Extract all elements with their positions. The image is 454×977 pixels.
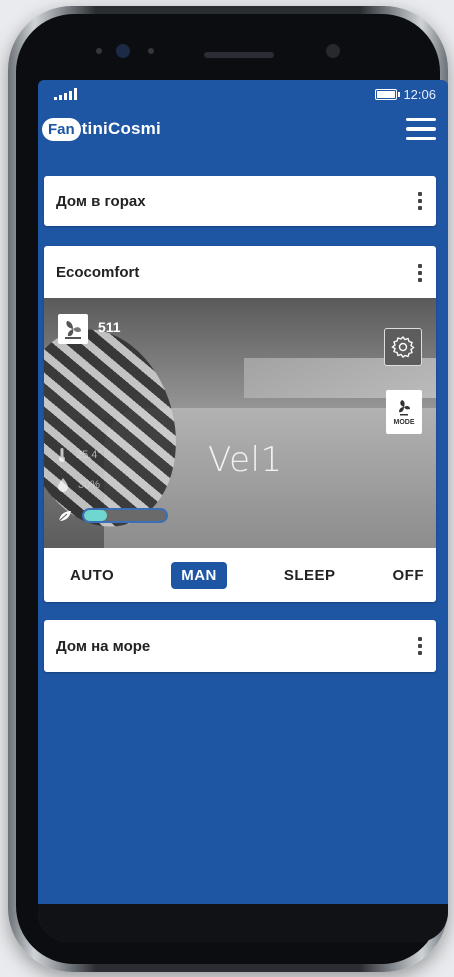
- fan-id: 511: [98, 319, 121, 335]
- more-options-icon[interactable]: [418, 637, 422, 655]
- fan-mode-icon: [399, 400, 410, 416]
- app-screen: 12:06 Fan tiniCosmi Дом в горах Ecocomfo…: [38, 80, 448, 942]
- menu-icon[interactable]: [402, 114, 440, 145]
- water-drop-icon: [58, 478, 68, 492]
- mode-button[interactable]: MODE: [386, 390, 422, 434]
- status-time: 12:06: [403, 86, 436, 102]
- speed-label: Vel1: [208, 440, 283, 480]
- mode-off-button[interactable]: OFF: [393, 567, 425, 584]
- logo-text: tiniCosmi: [81, 119, 161, 138]
- mode-man-button[interactable]: MAN: [171, 561, 227, 589]
- home-card-mountains[interactable]: Дом в горах: [44, 176, 436, 226]
- device-card: Ecocomfort 511 MODE Vel1 25.4° 30% AUTO …: [44, 246, 436, 602]
- humidity-reading: 30%: [58, 478, 100, 492]
- mode-auto-button[interactable]: AUTO: [70, 567, 114, 584]
- battery-icon: [375, 88, 401, 100]
- mode-sleep-button[interactable]: SLEEP: [284, 567, 336, 584]
- mode-selector: AUTO MAN SLEEP OFF: [44, 548, 436, 602]
- app-bar: Fan tiniCosmi: [38, 108, 448, 150]
- logo-badge: Fan: [42, 117, 81, 141]
- phone-frame: 12:06 Fan tiniCosmi Дом в горах Ecocomfo…: [8, 6, 448, 972]
- temperature-value: 25.4°: [76, 449, 102, 461]
- home-card-sea[interactable]: Дом на море: [44, 620, 436, 672]
- signal-icon: [54, 88, 77, 100]
- mode-button-label: MODE: [393, 419, 415, 426]
- settings-button[interactable]: [384, 328, 422, 366]
- gear-icon: [391, 335, 415, 358]
- eco-level-fill: [84, 510, 107, 521]
- earpiece-speaker: [204, 52, 274, 58]
- room-photo: 511 MODE Vel1 25.4° 30%: [44, 298, 436, 548]
- home-name: Дом на море: [56, 637, 151, 655]
- status-bar: 12:06: [38, 80, 448, 108]
- more-options-icon[interactable]: [418, 192, 422, 210]
- more-options-icon[interactable]: [418, 264, 422, 282]
- fan-icon: [58, 314, 88, 344]
- leaf-icon: [58, 510, 71, 521]
- device-name: Ecocomfort: [56, 263, 140, 281]
- home-name: Дом в горах: [56, 192, 146, 210]
- bottom-bezel: [38, 904, 448, 942]
- thermometer-icon: [59, 448, 65, 462]
- humidity-value: 30%: [78, 479, 101, 491]
- eco-indicator: [58, 508, 168, 523]
- fantinicosmi-logo: Fan tiniCosmi: [42, 117, 161, 141]
- temperature-reading: 25.4°: [58, 448, 102, 462]
- device-header: Ecocomfort: [44, 246, 436, 298]
- eco-level-bar: [82, 508, 168, 523]
